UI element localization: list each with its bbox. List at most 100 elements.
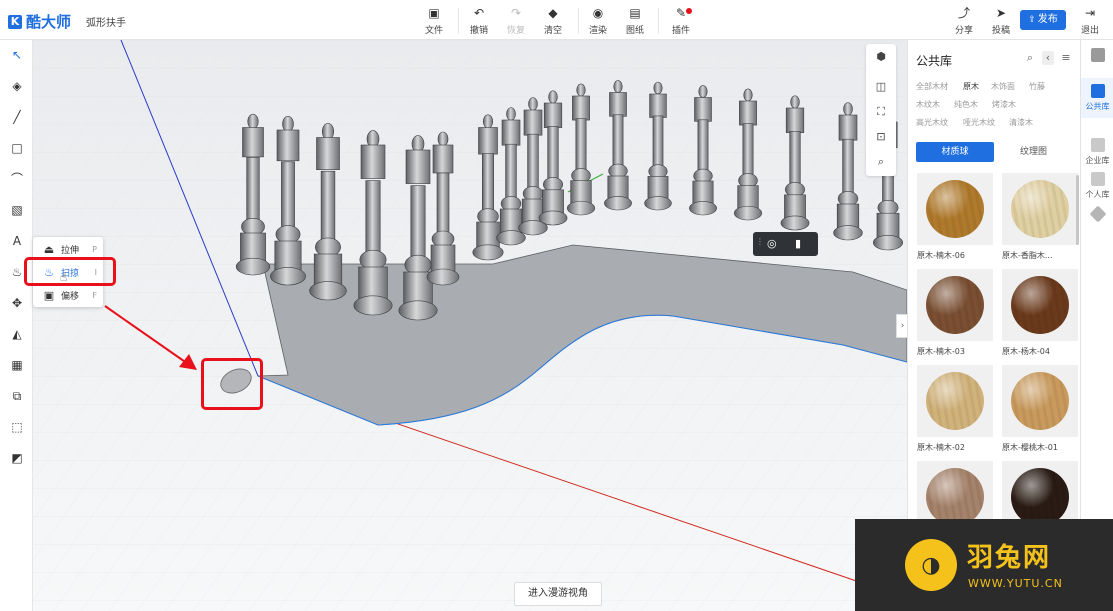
material-card[interactable]: 原木-杨木-04	[1002, 269, 1078, 357]
cursor-hand-icon: ☝	[60, 270, 68, 284]
rail-model[interactable]	[1081, 205, 1113, 223]
material-card[interactable]: 原木-楠木-03	[917, 269, 993, 357]
left-toolbar: ↖ ◈ ╱ □ ⌒ ▧ A ♨ ✥ ◭ ▦ ⧉ ⬚ ◩	[0, 40, 33, 611]
highlight-sweep-box	[24, 257, 116, 286]
select-icon[interactable]: ↖	[8, 46, 26, 64]
material-ball	[1011, 180, 1069, 238]
category-wood-veneer[interactable]: 木饰面	[991, 81, 1015, 92]
share-icon: ⤴	[957, 6, 970, 20]
watermark-badge: ◑ 羽兔网 WWW.YUTU.CN	[855, 519, 1113, 611]
measure-icon[interactable]: ◩	[8, 449, 26, 467]
personal-library-icon	[1090, 172, 1105, 186]
zoom-icon[interactable]: ⌕	[874, 155, 888, 169]
material-thumbnail	[917, 269, 993, 341]
arc-icon[interactable]: ⌒	[8, 170, 26, 188]
publish-button[interactable]: ⇪ 发布	[1020, 10, 1066, 30]
object-toolbar: ⋮ ◎ ▮	[753, 232, 818, 256]
material-card[interactable]: 原木-楠木-06	[917, 173, 993, 261]
notification-dot	[686, 8, 692, 14]
tab-texture-map[interactable]: 纹理图	[994, 142, 1073, 162]
drawing-icon: ▤	[629, 6, 641, 20]
flyout-item-extrude[interactable]: ⏏ 拉伸 P	[43, 241, 103, 257]
render-icon: ◉	[592, 6, 604, 20]
rail-style[interactable]	[1081, 48, 1113, 65]
material-card[interactable]: 原木-楠木-02	[917, 365, 993, 453]
rotate-icon[interactable]: ◭	[8, 325, 26, 343]
material-label: 原木-杨木-04	[1002, 347, 1050, 356]
material-thumbnail	[1002, 269, 1078, 341]
drag-handle-icon[interactable]: ⋮	[756, 237, 764, 246]
category-solid-color-wood[interactable]: 纯色木	[954, 99, 978, 110]
extrude-icon: ⏏	[43, 242, 55, 256]
category-lacquer-wood[interactable]: 烤漆木	[992, 99, 1016, 110]
library-title: 公共库	[916, 54, 953, 68]
rail-enterprise-library[interactable]: 企业库	[1081, 138, 1113, 166]
material-ball	[926, 180, 984, 238]
category-all-wood[interactable]: 全部木材	[916, 81, 948, 92]
exit-button[interactable]: ⇥ 退出	[1070, 6, 1110, 38]
rectangle-icon[interactable]: □	[8, 139, 26, 157]
plugin-button[interactable]: ✎ 插件	[659, 6, 703, 38]
components-icon[interactable]: ▦	[8, 356, 26, 374]
app-logo[interactable]: K 酷大师	[8, 11, 71, 32]
box-view-icon[interactable]: ◫	[874, 80, 888, 94]
logo-mark-icon: K	[8, 14, 22, 29]
offset-icon: ▣	[43, 288, 55, 302]
move-icon[interactable]: ✥	[8, 294, 26, 312]
top-bar: K 酷大师 弧形扶手 ▣ 文件 ↶ 撤销 ↷ 恢复 ◆ 清空 ◉ 渲染 ▤ 图纸…	[0, 0, 1113, 40]
screen-icon[interactable]: ⊡	[874, 130, 888, 144]
enterprise-library-icon	[1090, 138, 1105, 152]
search-icon[interactable]: ⌕	[1024, 51, 1036, 65]
rail-personal-library[interactable]: 个人库	[1081, 172, 1113, 200]
send-icon: ➤	[995, 6, 1007, 20]
collapse-panel-toggle[interactable]: ›	[896, 314, 907, 338]
undo-icon: ↶	[473, 6, 485, 20]
flyout-item-offset[interactable]: ▣ 偏移 F	[43, 287, 103, 303]
highlight-profile-box	[201, 358, 263, 410]
library-tabs: 材质球 纹理图	[916, 142, 1073, 162]
submit-button[interactable]: ➤ 投稿	[979, 6, 1023, 38]
watermark-name: 羽兔网	[967, 543, 1052, 573]
group-icon[interactable]: ⧉	[8, 387, 26, 405]
material-thumbnail	[1002, 365, 1078, 437]
category-matte-grain[interactable]: 哑光木纹	[963, 117, 995, 128]
material-label: 原木-香脂木...	[1002, 251, 1053, 260]
paint-bucket-icon[interactable]: ◈	[8, 77, 26, 95]
text-icon[interactable]: A	[8, 232, 26, 250]
rail-public-library[interactable]: 公共库	[1081, 78, 1113, 118]
dimension-icon[interactable]: ⬚	[8, 418, 26, 436]
file-button[interactable]: ▣ 文件	[412, 6, 456, 38]
document-title[interactable]: 弧形扶手	[86, 14, 126, 29]
material-ball	[926, 468, 984, 526]
category-varnish-wood[interactable]: 清漆木	[1009, 117, 1033, 128]
scene-canvas	[33, 40, 907, 611]
clear-button[interactable]: ◆ 清空	[531, 6, 575, 38]
category-log-wood[interactable]: 原木	[963, 81, 979, 92]
material-ball	[1011, 468, 1069, 526]
walk-mode-button[interactable]: 进入漫游视角	[514, 582, 602, 606]
view-controls-panel: ⬢ ◫ ⛶ ⊡ ⌕	[866, 44, 896, 176]
material-ball	[926, 276, 984, 334]
material-thumbnail	[917, 365, 993, 437]
cube-icon[interactable]: ⬢	[874, 50, 888, 64]
line-icon[interactable]: ╱	[8, 108, 26, 126]
hide-icon[interactable]: ◎	[767, 237, 777, 250]
box-icon[interactable]: ▧	[8, 201, 26, 219]
category-glossy-grain[interactable]: 高光木纹	[916, 117, 948, 128]
watermark-url: WWW.YUTU.CN	[968, 577, 1063, 590]
material-card[interactable]: 原木-樱桃木-01	[1002, 365, 1078, 453]
material-ball	[1011, 372, 1069, 430]
list-view-icon[interactable]: ≡	[1060, 51, 1072, 65]
material-card[interactable]: 原木-香脂木...	[1002, 173, 1078, 261]
material-thumbnail	[1002, 173, 1078, 245]
3d-viewport[interactable]: 进入漫游视角 ›	[33, 40, 907, 611]
delete-icon[interactable]: ▮	[795, 237, 801, 250]
panel-scrollbar[interactable]	[1076, 175, 1079, 245]
drawing-button[interactable]: ▤ 图纸	[613, 6, 657, 38]
fit-view-icon[interactable]: ⛶	[874, 105, 888, 119]
style-icon	[1090, 48, 1105, 62]
category-bamboo-rattan[interactable]: 竹藤	[1029, 81, 1045, 92]
tab-material-ball[interactable]: 材质球	[916, 142, 994, 162]
back-icon[interactable]: ‹	[1042, 51, 1054, 65]
category-grain-wood[interactable]: 木纹木	[916, 99, 940, 110]
